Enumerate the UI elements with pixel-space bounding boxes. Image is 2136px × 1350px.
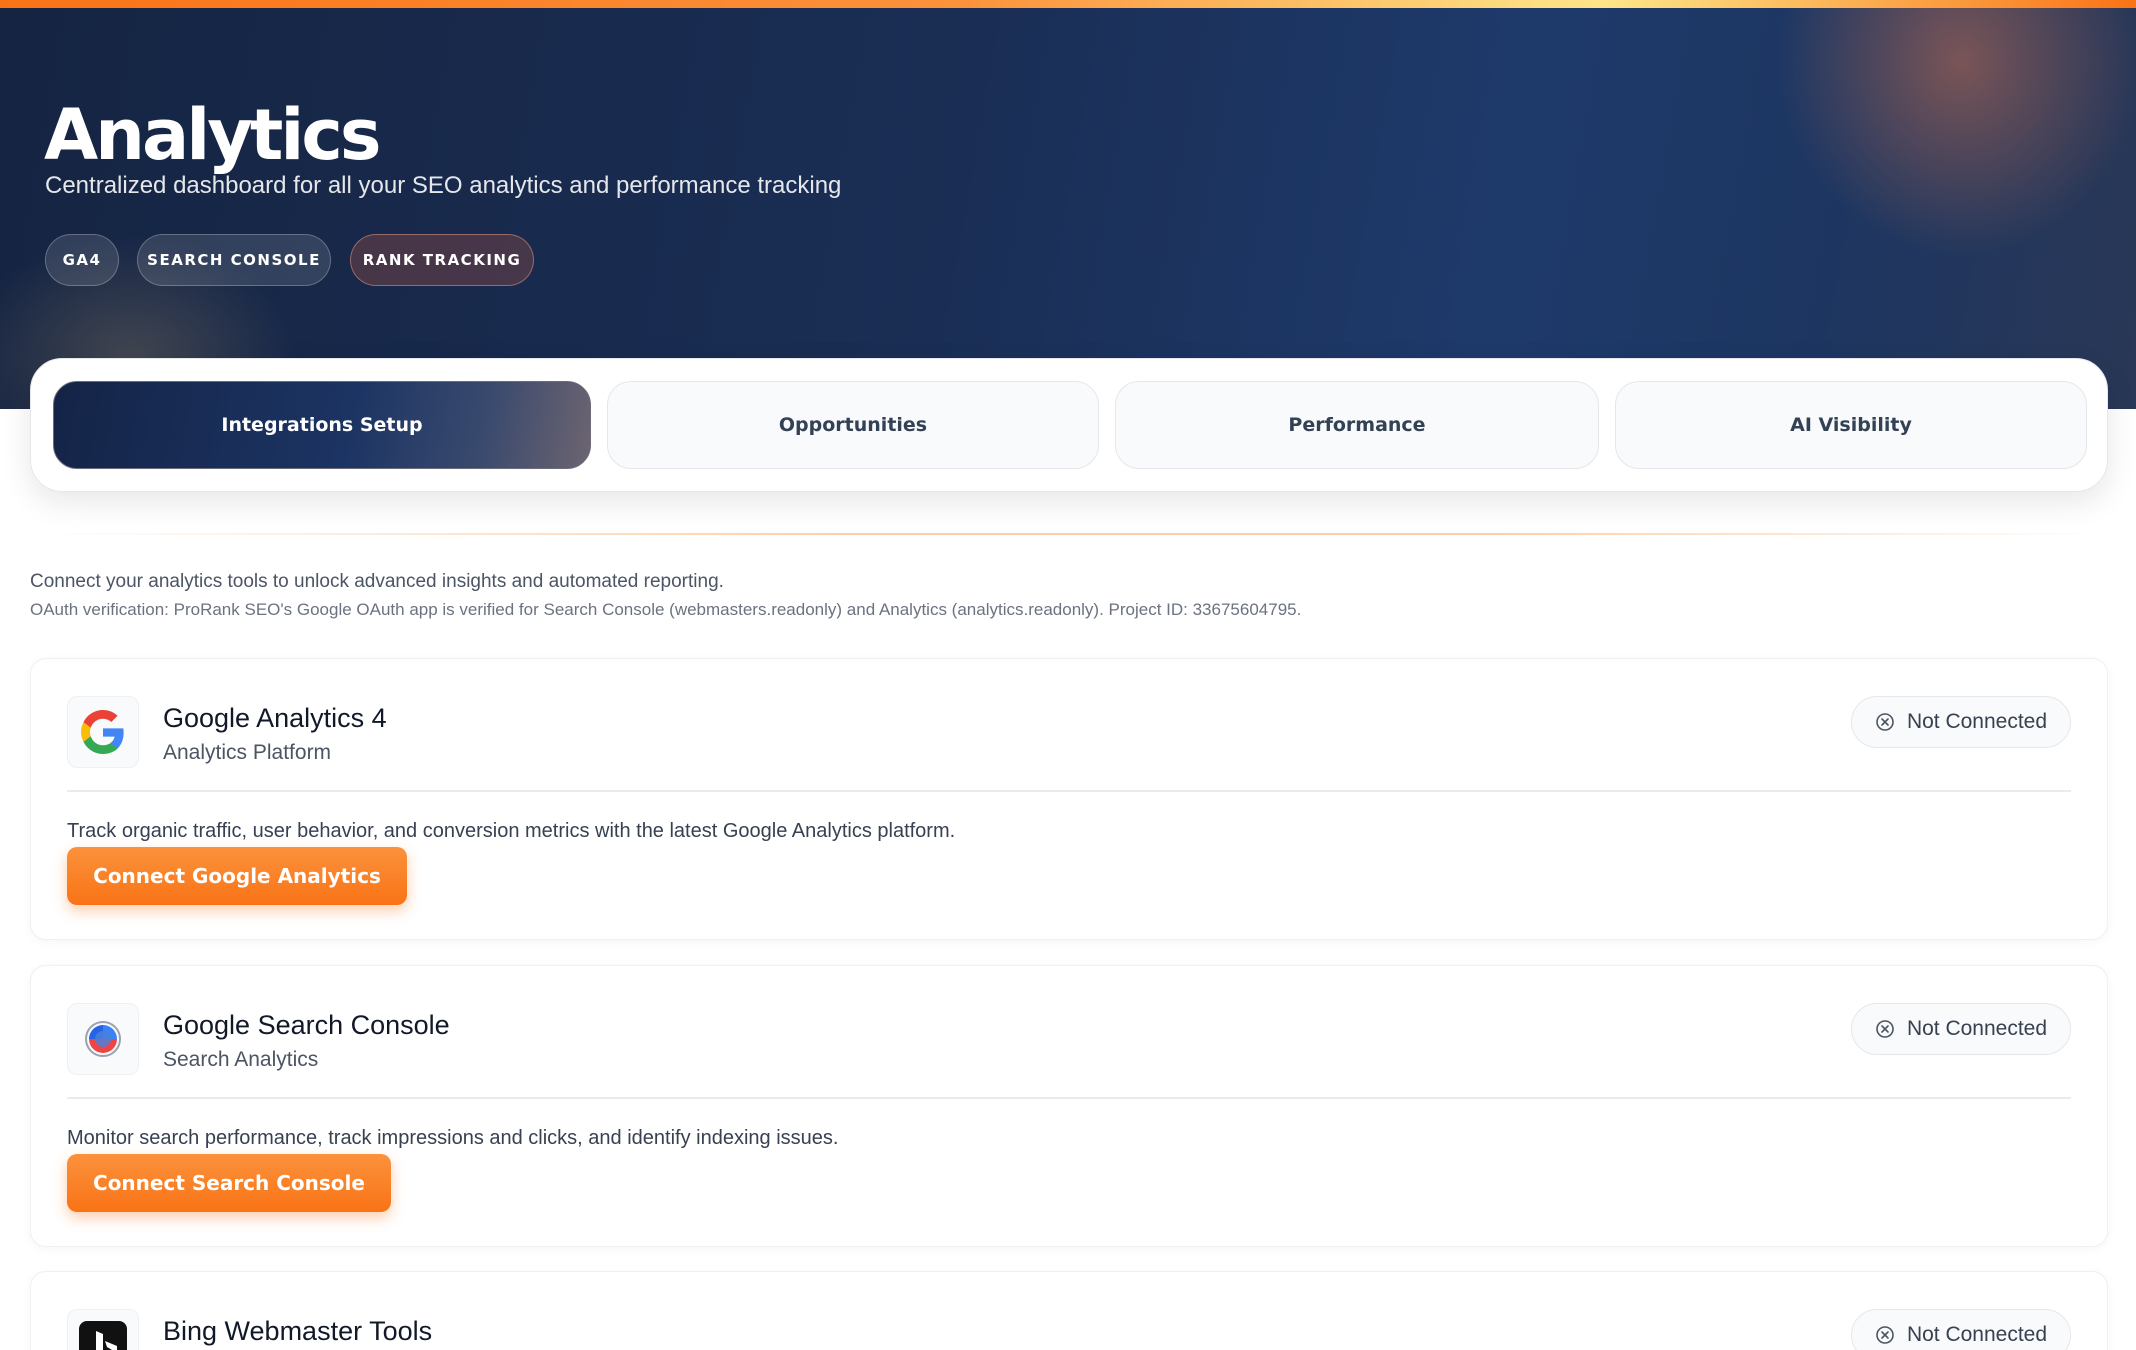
integration-name: Bing Webmaster Tools [163, 1316, 433, 1346]
pill-ga4[interactable]: GA4 [45, 234, 119, 286]
search-console-icon [67, 1003, 139, 1075]
integration-card-search-console: Google Search Console Search Analytics N… [30, 965, 2108, 1247]
status-text: Not Connected [1906, 1017, 2048, 1040]
bing-icon [67, 1309, 139, 1350]
oauth-note: OAuth verification: ProRank SEO's Google… [30, 600, 1302, 619]
connect-google-analytics-button[interactable]: Connect Google Analytics [67, 847, 407, 905]
pill-rank-tracking[interactable]: RANK TRACKING [350, 234, 534, 286]
integration-card-ga4: Google Analytics 4 Analytics Platform No… [30, 658, 2108, 940]
tab-opportunities[interactable]: Opportunities [607, 381, 1099, 469]
tab-integrations-setup[interactable]: Integrations Setup [53, 381, 591, 469]
integration-name: Google Search Console [163, 1010, 450, 1040]
tab-bar: Integrations Setup Opportunities Perform… [30, 358, 2108, 492]
status-badge: Not Connected [1851, 696, 2071, 748]
status-badge: Not Connected [1851, 1309, 2071, 1350]
hero-banner: Analytics Centralized dashboard for all … [0, 0, 2136, 409]
accent-bar [0, 0, 2136, 8]
card-divider [67, 790, 2071, 792]
status-text: Not Connected [1906, 1323, 2048, 1346]
intro-text: Connect your analytics tools to unlock a… [30, 571, 724, 592]
integration-description: Track organic traffic, user behavior, an… [67, 820, 956, 842]
tab-performance[interactable]: Performance [1115, 381, 1599, 469]
status-text: Not Connected [1906, 710, 2048, 733]
page-title: Analytics [44, 94, 381, 176]
x-circle-icon [1876, 1326, 1894, 1344]
connect-search-console-button[interactable]: Connect Search Console [67, 1154, 391, 1212]
integration-category: Search Analytics [163, 1048, 319, 1071]
google-g-icon [67, 696, 139, 768]
integration-name: Google Analytics 4 [163, 703, 387, 733]
integration-description: Monitor search performance, track impres… [67, 1127, 839, 1149]
integration-category: Analytics Platform [163, 741, 332, 764]
card-divider [67, 1097, 2071, 1099]
status-badge: Not Connected [1851, 1003, 2071, 1055]
page-subtitle: Centralized dashboard for all your SEO a… [45, 172, 842, 199]
section-divider [40, 533, 2100, 535]
x-circle-icon [1876, 1020, 1894, 1038]
pill-search-console[interactable]: SEARCH CONSOLE [137, 234, 331, 286]
x-circle-icon [1876, 713, 1894, 731]
tab-ai-visibility[interactable]: AI Visibility [1615, 381, 2087, 469]
integration-card-bing: Bing Webmaster Tools Not Connected [30, 1271, 2108, 1350]
